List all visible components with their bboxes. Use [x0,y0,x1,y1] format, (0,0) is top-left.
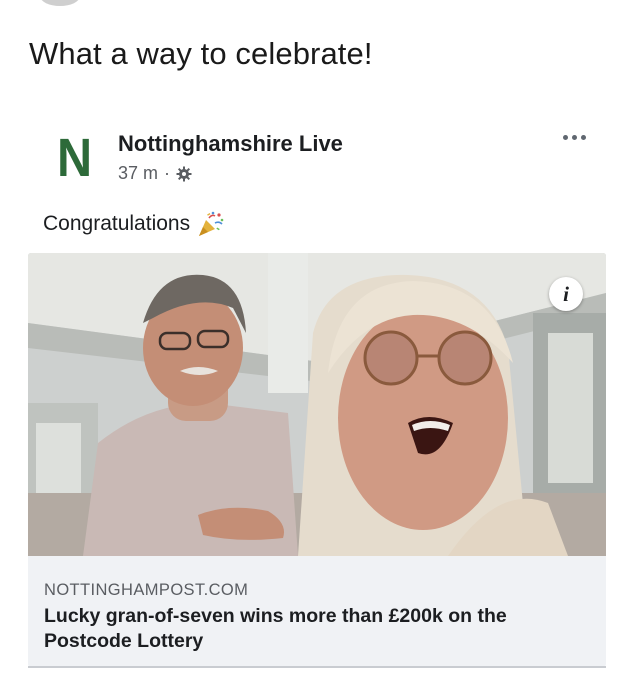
card-bottom-divider [28,666,606,668]
more-options-icon [562,134,568,140]
gear-icon [176,166,192,181]
article-photo [28,253,606,556]
meta-separator: · [164,163,171,183]
post-timestamp[interactable]: 37 m [118,163,158,184]
party-popper-icon [199,211,224,236]
link-preview-card[interactable]: NOTTINGHAMPOST.COM Lucky gran-of-seven w… [28,253,606,667]
more-options-icon-dot [571,134,577,140]
post-meta: 37 m · [118,163,192,184]
info-icon[interactable]: i [549,277,583,311]
page-avatar[interactable]: N [43,130,105,186]
post-text: Congratulations [43,209,226,239]
more-options-button[interactable] [556,128,592,146]
page-name-link[interactable]: Nottinghamshire Live [118,131,343,157]
post-message: Congratulations [43,212,191,235]
link-domain: NOTTINGHAMPOST.COM [44,581,249,599]
more-options-icon-dot [580,134,586,140]
shared-post: N Nottinghamshire Live 37 m · Congratula… [0,0,634,680]
link-headline[interactable]: Lucky gran-of-seven wins more than £200k… [44,604,584,654]
avatar-letter: N [56,128,92,188]
